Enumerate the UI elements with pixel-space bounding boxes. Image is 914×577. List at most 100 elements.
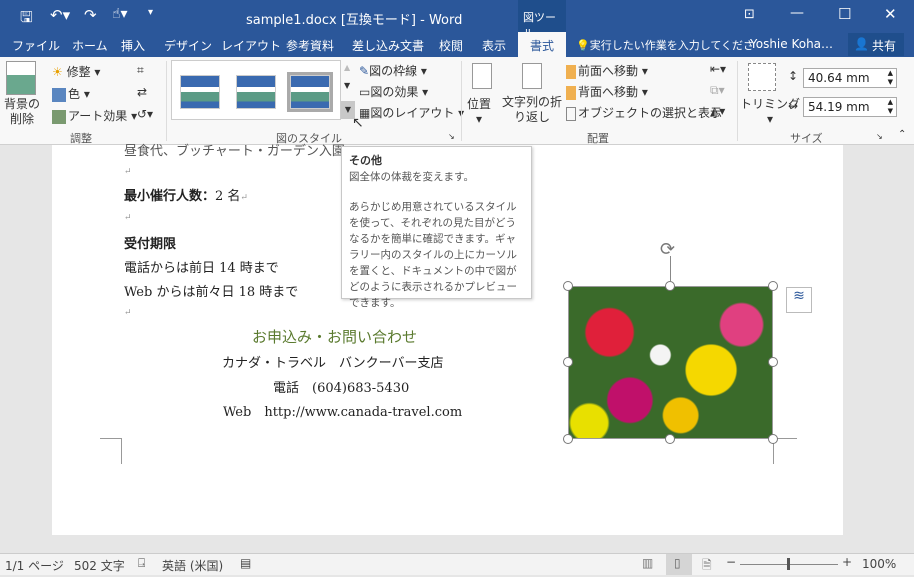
corrections-button[interactable]: ☀ 修整 ▾ — [52, 63, 100, 80]
resize-handle[interactable] — [768, 281, 778, 291]
ribbon: 背景の削除 ☀ 修整 ▾ 色 ▾ アート効果 ▾ ⌗ ⇄ ↺▾ 調整 ▲ ▼ ▼… — [0, 57, 914, 145]
selection-pane-button[interactable]: オブジェクトの選択と表示 — [566, 104, 722, 121]
change-picture-icon[interactable]: ⇄ — [137, 85, 147, 99]
zoom-slider-thumb[interactable] — [787, 558, 790, 570]
wrap-text-button[interactable]: 文字列の折り返し — [502, 95, 562, 125]
language[interactable]: 英語 (米国) — [162, 557, 223, 574]
person-icon: 👤 — [854, 37, 869, 51]
send-backward-button[interactable]: 背面へ移動 ▾ — [566, 83, 648, 100]
zoom-in-button[interactable]: + — [842, 555, 852, 569]
remove-background-icon[interactable] — [6, 61, 36, 95]
tab-file[interactable]: ファイル — [12, 37, 60, 54]
maximize-button[interactable]: ☐ — [838, 5, 851, 23]
group-label-size: サイズ — [790, 132, 823, 145]
layout-options-button[interactable]: ≋ — [786, 287, 812, 313]
effects-icon: ▭ — [359, 85, 371, 99]
resize-handle[interactable] — [563, 281, 573, 291]
width-input[interactable]: 54.19 mm ▲ ▼ — [803, 97, 897, 117]
align-icon[interactable]: ⇤▾ — [710, 62, 726, 76]
tab-insert[interactable]: 挿入 — [121, 37, 145, 54]
resize-handle[interactable] — [665, 281, 675, 291]
width-icon: ↔ — [788, 99, 799, 113]
position-button[interactable]: 位置 ▾ — [467, 95, 491, 126]
gallery-scroll-down[interactable]: ▼ — [344, 81, 350, 90]
tab-home[interactable]: ホーム — [72, 37, 108, 54]
rotate-handle-icon[interactable]: ⟳ — [660, 239, 675, 260]
tab-view[interactable]: 表示 — [482, 37, 506, 54]
touch-mode-icon[interactable]: ☝▾ — [112, 6, 128, 22]
undo-icon[interactable]: ↶▾ — [50, 6, 70, 24]
compress-pictures-icon[interactable]: ⌗ — [137, 63, 144, 78]
min-participants: 最小催行人数：2 名↵ — [124, 189, 248, 204]
resize-handle[interactable] — [563, 357, 573, 367]
contact-heading: お申込み・お問い合わせ — [252, 328, 418, 346]
wrap-text-icon — [522, 63, 542, 89]
picture-styles-gallery[interactable] — [171, 60, 341, 120]
tab-review[interactable]: 校閲 — [439, 37, 463, 54]
status-bar: 1/1 ページ 502 文字 ⍈ 英語 (米国) ▤ ▥ ▯ 🗎 − + 100… — [0, 553, 914, 575]
gallery-scroll-up[interactable]: ▲ — [344, 63, 350, 72]
word-count[interactable]: 502 文字 — [74, 557, 125, 574]
user-name[interactable]: Yoshie Koha… — [750, 37, 833, 51]
send-backward-icon — [566, 85, 576, 100]
resize-handle[interactable] — [768, 434, 778, 444]
tell-me-box[interactable]: 💡実行したい作業を入力してくださ — [576, 37, 754, 53]
collapse-ribbon-icon[interactable]: ⌃ — [898, 129, 906, 140]
minimize-button[interactable]: — — [790, 5, 804, 21]
picture-border-button[interactable]: ✎図の枠線 ▾ — [359, 62, 427, 79]
resize-handle[interactable] — [665, 434, 675, 444]
close-button[interactable]: ✕ — [884, 5, 897, 23]
group-icon[interactable]: ⧉▾ — [710, 83, 725, 98]
style-thumbnail[interactable] — [180, 75, 220, 109]
proofing-icon[interactable]: ⍈ — [138, 556, 145, 571]
share-button[interactable]: 👤 共有 — [848, 33, 904, 56]
resize-handle[interactable] — [768, 357, 778, 367]
color-icon — [52, 87, 66, 102]
phone-deadline: 電話からは前日 14 時まで — [124, 261, 279, 276]
margin-corner-mark — [100, 438, 122, 464]
web-deadline: Web からは前々日 18 時まで — [124, 285, 299, 300]
selection-pane-icon — [566, 106, 576, 121]
tab-format[interactable]: 書式 — [518, 32, 566, 57]
ribbon-display-options-icon[interactable]: ⊡ — [744, 7, 755, 22]
picture-effects-button[interactable]: ▭図の効果 ▾ — [359, 83, 428, 100]
reset-picture-icon[interactable]: ↺▾ — [137, 107, 153, 121]
crop-icon — [748, 63, 776, 91]
tab-mailings[interactable]: 差し込み文書 — [352, 37, 424, 54]
zoom-out-button[interactable]: − — [726, 555, 736, 569]
tab-references[interactable]: 参考資料 — [286, 37, 334, 54]
page-count[interactable]: 1/1 ページ — [5, 557, 64, 574]
remove-background-button[interactable]: 背景の削除 — [4, 97, 40, 127]
redo-icon[interactable]: ↷ — [84, 6, 97, 24]
flower-picture[interactable] — [568, 286, 773, 439]
art-effects-icon — [52, 109, 66, 124]
picture-tools-context: 図ツール — [518, 0, 566, 40]
style-thumbnail[interactable] — [236, 75, 276, 109]
size-dialog-launcher-icon[interactable]: ↘ — [876, 132, 883, 141]
resize-handle[interactable] — [563, 434, 573, 444]
style-thumbnail[interactable] — [287, 72, 333, 112]
website: Web http://www.canada-travel.com — [223, 405, 463, 420]
web-layout-icon[interactable]: 🗎 — [702, 556, 712, 577]
bring-forward-button[interactable]: 前面へ移動 ▾ — [566, 62, 648, 79]
tab-layout[interactable]: レイアウト — [221, 37, 281, 54]
color-button[interactable]: 色 ▾ — [52, 85, 90, 102]
customize-qat-icon[interactable]: ▾ — [148, 7, 153, 18]
rotate-icon[interactable]: ◭▾ — [710, 104, 725, 118]
pen-icon: ✎ — [359, 64, 370, 78]
dialog-launcher-icon[interactable]: ↘ — [448, 132, 455, 141]
zoom-level[interactable]: 100% — [862, 557, 896, 571]
art-effects-button[interactable]: アート効果 ▾ — [52, 107, 137, 124]
print-layout-button[interactable]: ▯ — [666, 554, 692, 575]
doc-line-clipped: 昼食代、ブッチャート・ガーデン入園 — [124, 144, 345, 159]
macro-icon[interactable]: ▤ — [240, 556, 251, 570]
height-input[interactable]: 40.64 mm ▲ ▼ — [803, 68, 897, 88]
tooltip: その他 図全体の体裁を変えます。 あらかじめ用意されているスタイルを使って、それ… — [341, 146, 532, 309]
save-icon[interactable]: 🖫 — [20, 7, 33, 32]
position-icon — [472, 63, 492, 89]
ribbon-tabs: ファイル ホーム 挿入 デザイン レイアウト 参考資料 差し込み文書 校閲 表示… — [0, 32, 914, 57]
tab-design[interactable]: デザイン — [164, 37, 212, 54]
picture-layout-button[interactable]: ▦図のレイアウト ▾ — [359, 104, 464, 121]
bring-forward-icon — [566, 64, 576, 79]
read-mode-icon[interactable]: ▥ — [642, 556, 653, 570]
